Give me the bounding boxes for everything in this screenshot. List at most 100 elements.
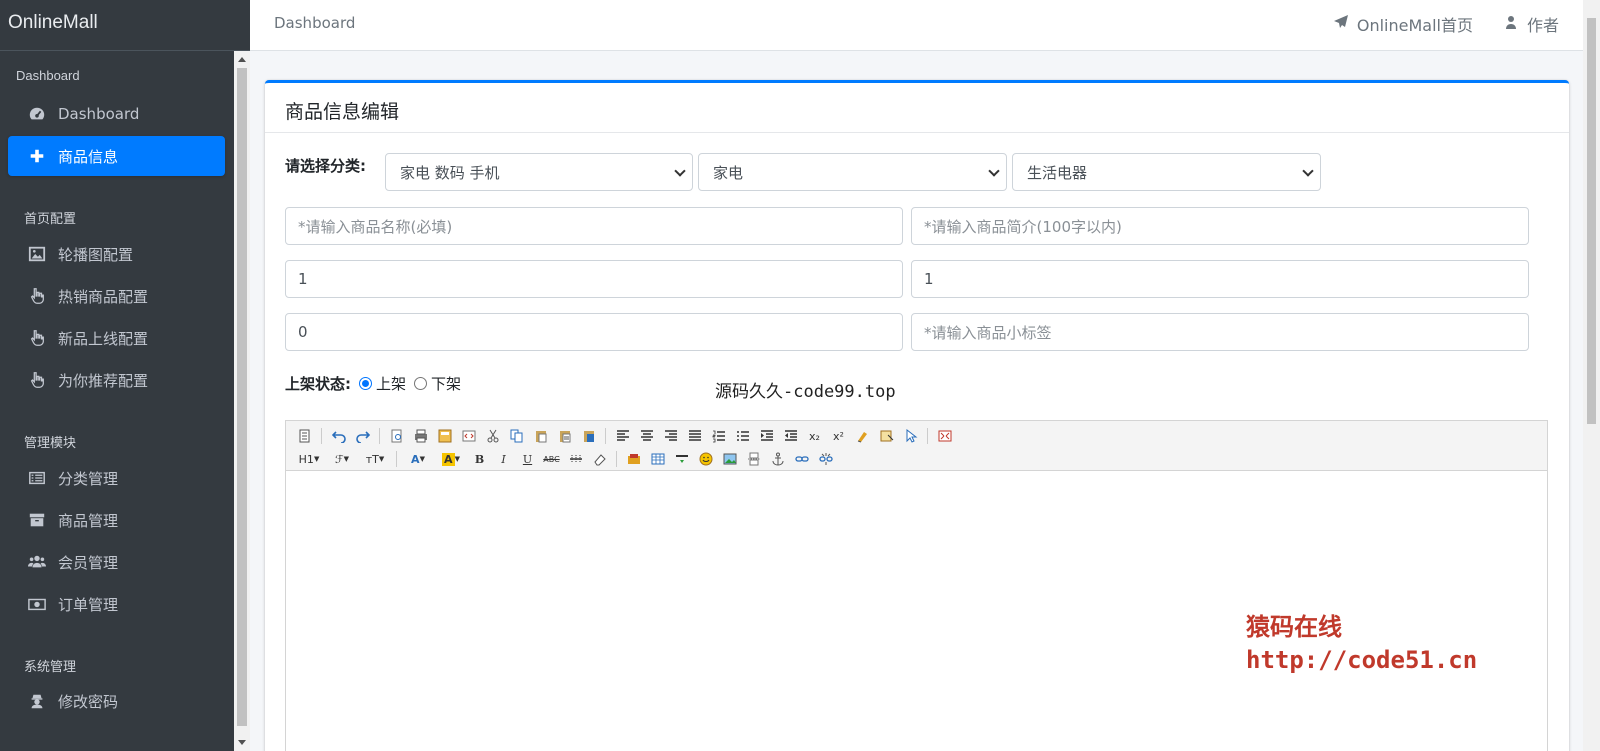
selling-price-input[interactable]: 1 (911, 260, 1529, 298)
goods-tag-input[interactable]: *请输入商品小标签 (911, 313, 1529, 351)
undo-icon[interactable] (328, 426, 349, 446)
align-justify-icon[interactable] (684, 426, 705, 446)
category-level2-select[interactable]: 家电 (698, 153, 1007, 191)
status-on-label: 上架 (376, 375, 407, 393)
goods-name-input[interactable]: *请输入商品名称(必填) (285, 207, 903, 245)
fullscreen-icon[interactable] (934, 426, 955, 446)
underline-button[interactable]: U (517, 449, 538, 469)
dashboard-icon (26, 104, 48, 124)
source-code-icon[interactable] (294, 426, 315, 446)
sidebar-item-goods[interactable]: 商品管理 (8, 500, 225, 540)
breadcrumb[interactable]: Dashboard (274, 14, 355, 32)
chevron-down-icon: ▼ (419, 455, 425, 463)
watermark-line-2: http://code51.cn (1246, 646, 1478, 674)
sidebar-item-orders[interactable]: 订单管理 (8, 584, 225, 624)
unordered-list-icon[interactable] (732, 426, 753, 446)
hand-pointer-icon (26, 328, 48, 348)
font-family-label: ℱ (334, 452, 344, 466)
brand-logo[interactable]: OnlineMall (0, 0, 250, 51)
ordered-list-icon[interactable] (708, 426, 729, 446)
watermark-text-bottom: 猿码在线 http://code51.cn (1246, 611, 1477, 677)
select-all-icon[interactable] (876, 426, 897, 446)
unlink-icon[interactable] (815, 449, 836, 469)
font-size-dropdown[interactable]: тT ▼ (360, 449, 390, 469)
copy-icon[interactable] (506, 426, 527, 446)
sidebar-item-carousel[interactable]: 轮播图配置 (8, 234, 225, 274)
insert-table-icon[interactable] (647, 449, 668, 469)
strikethrough-button[interactable]: ABC (541, 449, 562, 469)
toolbar-row-1: x₂ x² (294, 425, 1539, 447)
insert-image-icon[interactable] (719, 449, 740, 469)
nav-header-management: 管理模块 (24, 435, 77, 450)
status-off-radio[interactable]: 下架 (414, 373, 461, 394)
user-icon (1503, 14, 1519, 34)
eraser-icon[interactable] (589, 449, 610, 469)
clear-format-icon[interactable] (852, 426, 873, 446)
background-color-dropdown[interactable]: A ▼ (436, 449, 466, 469)
heading-dropdown[interactable]: H1 ▼ (294, 449, 324, 469)
superscript-icon[interactable]: x² (828, 426, 849, 446)
insert-row-icon[interactable] (671, 449, 692, 469)
cut-icon[interactable] (482, 426, 503, 446)
image-icon (26, 244, 48, 264)
font-color-dropdown[interactable]: A ▼ (403, 449, 433, 469)
sidebar-scrollbar-thumb[interactable] (237, 68, 247, 726)
category-level3-select[interactable]: 生活电器 (1012, 153, 1321, 191)
sidebar-item-label: 商品管理 (58, 511, 119, 530)
print-icon[interactable] (410, 426, 431, 446)
insert-image-folder-icon[interactable] (623, 449, 644, 469)
align-left-icon[interactable] (612, 426, 633, 446)
scroll-up-icon[interactable] (238, 57, 246, 62)
toolbar-separator (927, 428, 928, 444)
category-level1-select[interactable]: 家电 数码 手机 (385, 153, 693, 191)
page-scrollbar[interactable] (1583, 0, 1600, 751)
chevron-down-icon: ▼ (454, 455, 460, 463)
align-center-icon[interactable] (636, 426, 657, 446)
chevron-down-icon: ▼ (313, 455, 320, 463)
chevron-down-icon: ▼ (378, 455, 385, 463)
font-family-dropdown[interactable]: ℱ ▼ (327, 449, 357, 469)
category-level3-value: 生活电器 (1027, 163, 1088, 182)
home-link[interactable]: OnlineMall首页 (1333, 12, 1473, 36)
anchor-icon[interactable] (767, 449, 788, 469)
emoticon-icon[interactable] (695, 449, 716, 469)
sidebar-scrollbar[interactable] (234, 51, 250, 751)
outdent-icon[interactable] (780, 426, 801, 446)
horizontal-rule-icon[interactable] (565, 449, 586, 469)
preview-icon[interactable] (386, 426, 407, 446)
scroll-down-icon[interactable] (238, 740, 246, 745)
sidebar-item-product-info[interactable]: 商品信息 (8, 136, 225, 176)
product-edit-card: 商品信息编辑 请选择分类: 家电 数码 手机 家电 生活电器 *请输入商品名称(… (265, 80, 1569, 751)
sidebar-item-new-goods[interactable]: 新品上线配置 (8, 318, 225, 358)
goods-intro-input[interactable]: *请输入商品简介(100字以内) (911, 207, 1529, 245)
subscript-icon[interactable]: x₂ (804, 426, 825, 446)
paste-word-icon[interactable] (578, 426, 599, 446)
code-icon[interactable] (458, 426, 479, 446)
sidebar-item-change-password[interactable]: 修改密码 (8, 681, 225, 721)
cursor-icon[interactable] (900, 426, 921, 446)
stock-input[interactable]: 0 (285, 313, 903, 351)
sidebar-item-recommend[interactable]: 为你推荐配置 (8, 360, 225, 400)
author-link[interactable]: 作者 (1503, 12, 1559, 36)
link-icon[interactable] (791, 449, 812, 469)
page-break-icon[interactable] (743, 449, 764, 469)
indent-icon[interactable] (756, 426, 777, 446)
sidebar-item-category[interactable]: 分类管理 (8, 458, 225, 498)
watermark-line-1: 猿码在线 (1246, 613, 1342, 641)
template-icon[interactable] (434, 426, 455, 446)
page-scrollbar-thumb[interactable] (1587, 18, 1596, 424)
align-right-icon[interactable] (660, 426, 681, 446)
redo-icon[interactable] (352, 426, 373, 446)
sidebar-item-hot-goods[interactable]: 热销商品配置 (8, 276, 225, 316)
original-price-input[interactable]: 1 (285, 260, 903, 298)
status-on-radio[interactable]: 上架 (359, 373, 406, 394)
category-label: 请选择分类: (285, 157, 366, 175)
card-divider (265, 132, 1569, 133)
italic-button[interactable]: I (493, 449, 514, 469)
sidebar-item-dashboard[interactable]: Dashboard (8, 94, 225, 134)
paste-icon[interactable] (530, 426, 551, 446)
bold-button[interactable]: B (469, 449, 490, 469)
paste-plain-icon[interactable] (554, 426, 575, 446)
editor-toolbar: x₂ x² H1 ▼ ℱ ▼ тT ▼ A ▼ A ▼ B I U ABC (286, 421, 1547, 471)
sidebar-item-members[interactable]: 会员管理 (8, 542, 225, 582)
